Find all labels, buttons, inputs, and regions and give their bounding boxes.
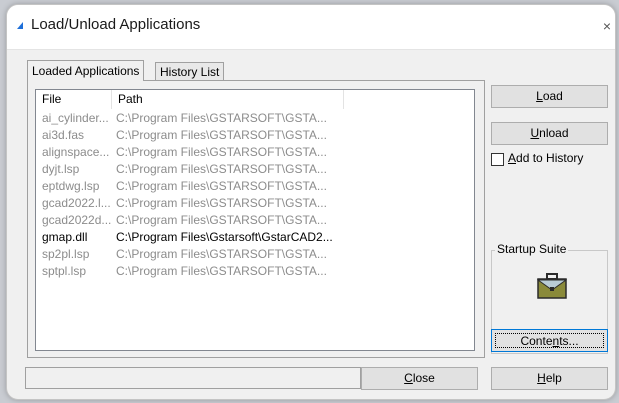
add-to-history-checkbox[interactable]: [491, 153, 504, 166]
contents-button[interactable]: Contents...: [491, 329, 608, 352]
unload-button[interactable]: Unload: [491, 122, 608, 145]
load-button[interactable]: Load: [491, 85, 608, 108]
file-cell: gcad2022.l...: [42, 196, 111, 210]
list-item[interactable]: gmap.dll C:\Program Files\Gstarsoft\Gstar…: [36, 229, 474, 246]
list-item[interactable]: dyjt.lsp C:\Program Files\GSTARSOFT\GSTA.…: [36, 161, 474, 178]
briefcase-icon[interactable]: [537, 273, 567, 299]
list-item[interactable]: ai_cylinder... C:\Program Files\GSTARSOFT…: [36, 110, 474, 127]
list-item[interactable]: gcad2022d... C:\Program Files\GSTARSOFT\G…: [36, 212, 474, 229]
path-cell: C:\Program Files\GSTARSOFT\GSTA...: [116, 264, 327, 278]
path-cell: C:\Program Files\GSTARSOFT\GSTA...: [116, 128, 327, 142]
list-item[interactable]: alignspace... C:\Program Files\GSTARSOFT\…: [36, 144, 474, 161]
column-header-file[interactable]: File: [36, 90, 112, 109]
path-cell: C:\Program Files\GSTARSOFT\GSTA...: [116, 213, 327, 227]
status-bar: [25, 367, 361, 389]
title-bar[interactable]: Load/Unload Applications ×: [7, 5, 615, 50]
dialog-title: Load/Unload Applications: [31, 16, 201, 33]
column-header-path[interactable]: Path: [112, 90, 344, 109]
load-unload-dialog: Load/Unload Applications × Loaded Applic…: [6, 4, 616, 400]
path-cell: C:\Program Files\GSTARSOFT\GSTA...: [116, 247, 327, 261]
path-cell: C:\Program Files\Gstarsoft\GstarCAD2...: [116, 230, 333, 244]
help-button[interactable]: Help: [491, 367, 608, 390]
list-item[interactable]: eptdwg.lsp C:\Program Files\GSTARSOFT\GST…: [36, 178, 474, 195]
app-triangle-icon: [17, 22, 23, 29]
list-rows: ai_cylinder... C:\Program Files\GSTARSOFT…: [36, 110, 474, 280]
list-item[interactable]: sp2pl.lsp C:\Program Files\GSTARSOFT\GSTA…: [36, 246, 474, 263]
tab-panel: File Path ai_cylinder... C:\Program Files…: [27, 80, 485, 358]
path-cell: C:\Program Files\GSTARSOFT\GSTA...: [116, 196, 327, 210]
file-cell: alignspace...: [42, 145, 110, 159]
tab-history-list[interactable]: History List: [155, 62, 225, 81]
path-cell: C:\Program Files\GSTARSOFT\GSTA...: [116, 162, 327, 176]
list-header: File Path: [36, 90, 474, 109]
add-to-history-label[interactable]: Add to History: [508, 151, 583, 165]
startup-suite-title: Startup Suite: [495, 242, 569, 256]
list-item[interactable]: ai3d.fas C:\Program Files\GSTARSOFT\GSTA.…: [36, 127, 474, 144]
path-cell: C:\Program Files\GSTARSOFT\GSTA...: [116, 111, 327, 125]
file-cell: gmap.dll: [42, 230, 88, 244]
file-cell: dyjt.lsp: [42, 162, 80, 176]
tab-loaded-applications[interactable]: Loaded Applications: [27, 60, 145, 81]
close-icon[interactable]: ×: [603, 18, 611, 34]
close-button[interactable]: Close: [361, 367, 478, 390]
file-cell: eptdwg.lsp: [42, 179, 100, 193]
file-cell: gcad2022d...: [42, 213, 112, 227]
file-cell: sp2pl.lsp: [42, 247, 90, 261]
list-item[interactable]: gcad2022.l... C:\Program Files\GSTARSOFT\…: [36, 195, 474, 212]
path-cell: C:\Program Files\GSTARSOFT\GSTA...: [116, 145, 327, 159]
file-cell: ai3d.fas: [42, 128, 85, 142]
path-cell: C:\Program Files\GSTARSOFT\GSTA...: [116, 179, 327, 193]
applications-list[interactable]: File Path ai_cylinder... C:\Program Files…: [35, 89, 475, 351]
list-item[interactable]: sptpl.lsp C:\Program Files\GSTARSOFT\GSTA…: [36, 263, 474, 280]
file-cell: sptpl.lsp: [42, 264, 87, 278]
file-cell: ai_cylinder...: [42, 111, 109, 125]
